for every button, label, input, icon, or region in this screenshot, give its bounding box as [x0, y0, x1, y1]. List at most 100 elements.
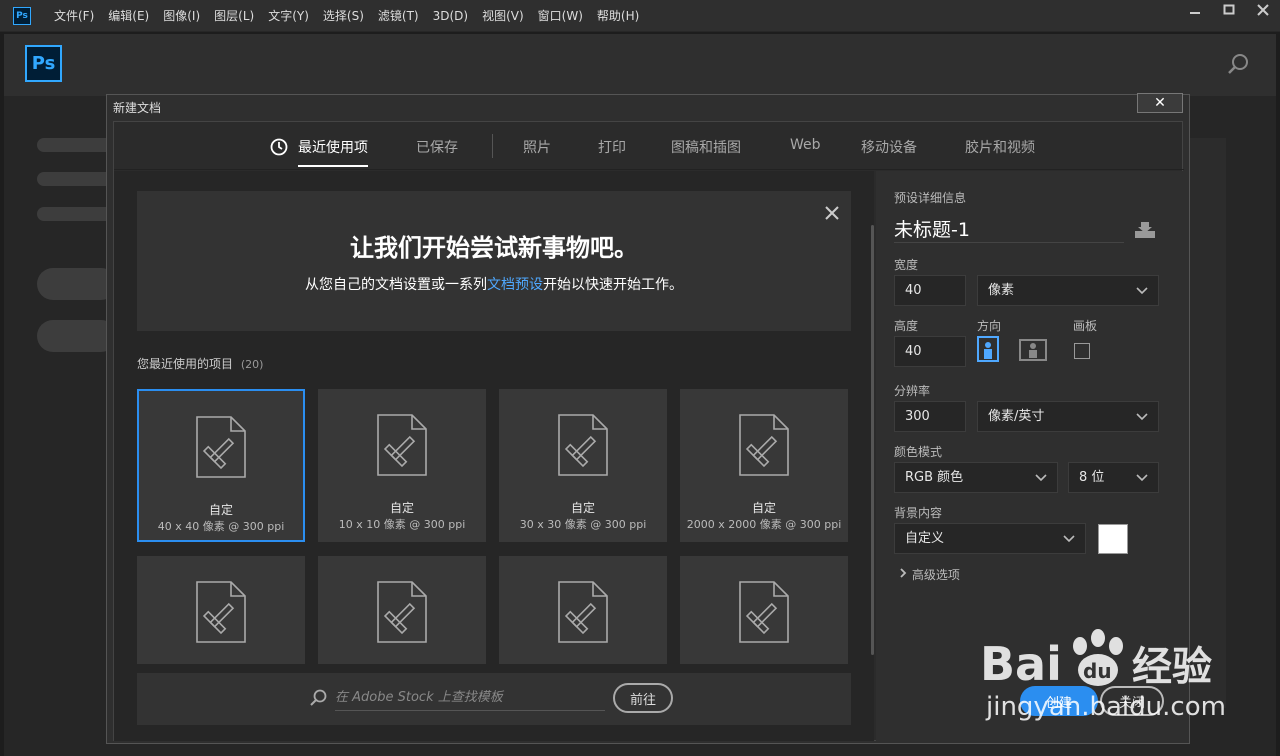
placeholder-line	[37, 138, 117, 152]
artboard-checkbox[interactable]	[1074, 343, 1090, 359]
tab-film-video[interactable]: 胶片和视频	[965, 137, 1035, 167]
minimize-icon[interactable]	[1178, 0, 1212, 20]
bit-depth-value: 8 位	[1079, 470, 1105, 485]
portrait-orientation-button[interactable]	[977, 336, 999, 362]
recent-card[interactable]	[318, 556, 486, 664]
menu-layer[interactable]: 图层(L)	[207, 0, 261, 32]
color-mode-label: 颜色模式	[894, 445, 943, 459]
recent-card[interactable]	[680, 556, 848, 664]
recent-card[interactable]: 自定 10 x 10 像素 @ 300 ppi	[318, 389, 486, 542]
menu-filter[interactable]: 滤镜(T)	[371, 0, 426, 32]
height-label: 高度	[894, 319, 919, 333]
menu-3d[interactable]: 3D(D)	[426, 0, 475, 32]
chevron-down-icon	[1063, 524, 1075, 564]
background-color-swatch[interactable]	[1098, 524, 1128, 554]
document-icon	[557, 413, 609, 481]
watermark-url: jingyan.baidu.com	[986, 692, 1226, 722]
placeholder-button	[37, 320, 117, 352]
welcome-subtitle-pre: 从您自己的文档设置或一系列	[305, 277, 487, 293]
close-icon[interactable]	[825, 201, 839, 225]
chevron-down-icon	[1136, 276, 1148, 316]
tab-art-illustration[interactable]: 图稿和插图	[671, 137, 741, 167]
scrollbar[interactable]	[871, 225, 874, 655]
document-presets-link[interactable]: 文档预设	[487, 277, 543, 293]
recent-count: (20)	[240, 358, 264, 371]
tab-web[interactable]: Web	[790, 137, 821, 167]
menu-view[interactable]: 视图(V)	[475, 0, 531, 32]
dialog-close-button[interactable]: ✕	[1137, 93, 1183, 113]
dialog-title: 新建文档	[113, 101, 162, 115]
document-icon	[195, 415, 247, 483]
card-name: 自定	[208, 503, 233, 517]
color-mode-select[interactable]: RGB 颜色	[894, 462, 1058, 493]
document-icon	[738, 413, 790, 481]
card-size: 40 x 40 像素 @ 300 ppi	[157, 520, 285, 533]
tab-saved[interactable]: 已保存	[416, 137, 458, 167]
placeholder-line	[37, 172, 117, 186]
recent-card[interactable]	[137, 556, 305, 664]
menu-image[interactable]: 图像(I)	[156, 0, 207, 32]
maximize-icon[interactable]	[1212, 0, 1246, 20]
width-unit-select[interactable]: 像素	[977, 275, 1159, 306]
welcome-title: 让我们开始尝试新事物吧。	[350, 234, 638, 262]
artboard-label: 画板	[1073, 319, 1098, 333]
width-input[interactable]: 40	[894, 275, 966, 306]
ps-logo[interactable]: Ps	[25, 45, 62, 82]
background-value: 自定义	[905, 531, 945, 546]
recent-items-label: 您最近使用的项目 (20)	[137, 355, 263, 372]
chevron-down-icon	[1136, 402, 1148, 442]
menu-help[interactable]: 帮助(H)	[590, 0, 646, 32]
resolution-unit-value: 像素/英寸	[988, 409, 1045, 424]
menu-file[interactable]: 文件(F)	[47, 0, 101, 32]
document-icon	[738, 580, 790, 648]
advanced-options-toggle[interactable]: 高级选项	[898, 566, 960, 583]
preset-tabs: 最近使用项 已保存 照片 打印 图稿和插图 Web 移动设备 胶片和视频	[114, 122, 1184, 170]
resolution-unit-select[interactable]: 像素/英寸	[977, 401, 1159, 432]
resolution-input[interactable]: 300	[894, 401, 966, 432]
welcome-banner: 让我们开始尝试新事物吧。 从您自己的文档设置或一系列文档预设开始以快速开始工作。	[137, 191, 851, 331]
placeholder-button	[37, 268, 117, 300]
background-label: 背景内容	[894, 506, 943, 520]
color-mode-value: RGB 颜色	[905, 470, 964, 485]
resolution-label: 分辨率	[894, 384, 931, 398]
card-name: 自定	[570, 501, 595, 515]
recent-panel: 让我们开始尝试新事物吧。 从您自己的文档设置或一系列文档预设开始以快速开始工作。…	[114, 171, 874, 741]
stock-go-button[interactable]: 前往	[613, 683, 673, 713]
tab-photo[interactable]: 照片	[523, 137, 551, 167]
recent-card[interactable]: 自定 40 x 40 像素 @ 300 ppi	[137, 389, 305, 542]
chevron-down-icon	[1035, 463, 1047, 503]
recent-card[interactable]	[499, 556, 667, 664]
svg-text:du: du	[1083, 659, 1112, 683]
tab-recent[interactable]: 最近使用项	[298, 137, 368, 167]
search-icon[interactable]	[1226, 52, 1250, 80]
tab-print[interactable]: 打印	[598, 137, 626, 167]
recent-card[interactable]: 自定 2000 x 2000 像素 @ 300 ppi	[680, 389, 848, 542]
clock-icon	[270, 138, 288, 160]
menu-items: 文件(F) 编辑(E) 图像(I) 图层(L) 文字(Y) 选择(S) 滤镜(T…	[47, 0, 646, 32]
menu-select[interactable]: 选择(S)	[316, 0, 371, 32]
card-name: 自定	[751, 501, 776, 515]
background-select[interactable]: 自定义	[894, 523, 1086, 554]
menu-type[interactable]: 文字(Y)	[261, 0, 316, 32]
stock-search-input[interactable]: 在 Adobe Stock 上查找模板	[335, 685, 605, 711]
card-size: 2000 x 2000 像素 @ 300 ppi	[686, 518, 842, 531]
document-icon	[376, 413, 428, 481]
tab-divider	[492, 134, 493, 158]
save-preset-icon[interactable]	[1134, 221, 1156, 243]
recent-card[interactable]: 自定 30 x 30 像素 @ 300 ppi	[499, 389, 667, 542]
card-size: 30 x 30 像素 @ 300 ppi	[519, 518, 647, 531]
landscape-orientation-button[interactable]	[1019, 339, 1047, 361]
ps-app-icon: Ps	[13, 6, 31, 25]
recent-label-text: 您最近使用的项目	[137, 357, 234, 371]
tab-mobile[interactable]: 移动设备	[861, 137, 917, 167]
close-icon[interactable]	[1246, 0, 1280, 20]
document-icon	[195, 580, 247, 648]
document-name-input[interactable]: 未标题-1	[894, 215, 1124, 243]
menu-edit[interactable]: 编辑(E)	[101, 0, 156, 32]
card-size: 10 x 10 像素 @ 300 ppi	[338, 518, 466, 531]
bit-depth-select[interactable]: 8 位	[1068, 462, 1159, 493]
chevron-right-icon	[898, 568, 912, 582]
menu-window[interactable]: 窗口(W)	[531, 0, 590, 32]
svg-text:经验: 经验	[1132, 644, 1212, 690]
height-input[interactable]: 40	[894, 336, 966, 367]
